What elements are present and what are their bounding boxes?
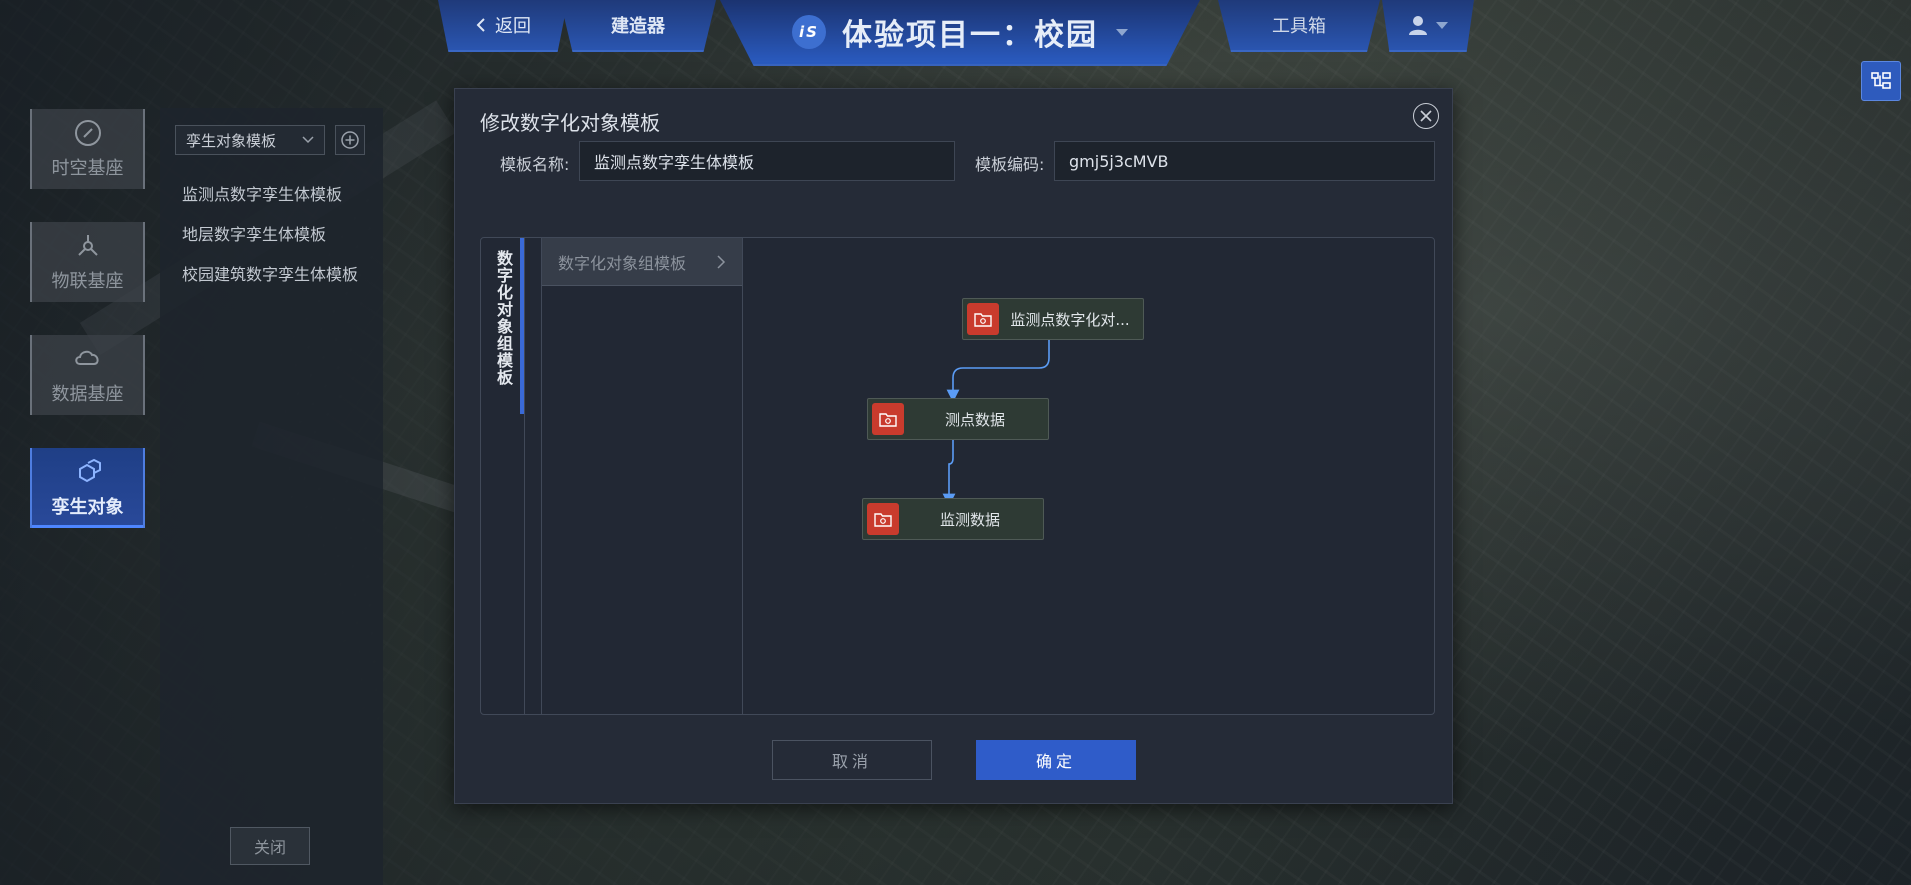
template-code-input[interactable]: gmj5j3cMVB [1054,141,1435,181]
flow-node[interactable]: 监测数据 [862,498,1044,540]
side-menu-label: 数据基座 [51,384,124,405]
project-selector[interactable]: iS 体验项目一：校园 [720,0,1200,66]
side-menu-iot[interactable]: 物联基座 [30,222,145,302]
confirm-button[interactable]: 确定 [976,740,1136,780]
cancel-button[interactable]: 取消 [772,740,932,780]
folder-icon [967,303,999,335]
folder-icon [867,503,899,535]
side-menu-label: 孪生对象 [51,497,124,518]
chevron-right-icon [717,254,726,269]
compass-icon [74,120,101,146]
user-menu[interactable] [1382,0,1474,52]
vertical-tab[interactable]: 数字化对象组模板 [481,238,525,714]
close-panel-button[interactable]: 关闭 [230,827,310,865]
tree-header[interactable]: 数字化对象组模板 [542,238,742,286]
add-template-button[interactable] [335,125,365,155]
chevron-down-icon [1116,28,1128,36]
chevron-down-icon [302,136,314,144]
template-list-item[interactable]: 地层数字孪生体模板 [182,221,326,245]
template-list-item[interactable]: 校园建筑数字孪生体模板 [182,261,358,285]
toolbox-button[interactable]: 工具箱 [1218,0,1380,52]
side-menu-spatiotemporal[interactable]: 时空基座 [30,109,145,189]
side-menu-data[interactable]: 数据基座 [30,335,145,415]
flow-node-label: 测点数据 [944,410,1005,429]
layout-toggle-button[interactable] [1861,61,1901,101]
template-code-label: 模板编码: [975,155,1045,174]
builder-label: 建造器 [611,16,665,37]
edit-template-modal: 修改数字化对象模板 模板名称: 监测点数字孪生体模板 模板编码: gmj5j3c… [454,88,1453,804]
flow-node-label: 监测点数字化对... [1010,310,1130,329]
cubes-icon [78,458,101,483]
folder-icon [872,403,904,435]
app-logo: iS [792,15,826,49]
template-list-panel: 孪生对象模板 监测点数字孪生体模板 地层数字孪生体模板 校园建筑数字孪生体模板 … [160,108,383,885]
cloud-data-icon [74,350,99,365]
close-icon [1420,110,1432,122]
select-value: 孪生对象模板 [186,131,277,150]
side-menu-twin-objects[interactable]: 孪生对象 [30,448,145,528]
template-name-label: 模板名称: [500,155,570,174]
builder-tab[interactable]: 建造器 [560,0,716,52]
connector-line [942,436,956,507]
user-icon [1409,16,1427,35]
template-list-item[interactable]: 监测点数字孪生体模板 [182,181,342,205]
template-type-select[interactable]: 孪生对象模板 [175,125,325,155]
back-label: 返回 [495,16,531,37]
active-tab-indicator [520,238,524,414]
flow-node[interactable]: 监测点数字化对... [962,298,1144,340]
close-modal-button[interactable] [1413,103,1439,129]
top-navigation: 返回 建造器 iS 体验项目一：校园 工具箱 [0,0,1911,66]
side-menu-label: 时空基座 [51,158,124,179]
chevron-left-icon [476,18,485,32]
toolbox-label: 工具箱 [1272,16,1326,37]
vertical-tab-label: 数字化对象组模板 [494,250,513,386]
chevron-down-icon [1436,21,1448,29]
back-button[interactable]: 返回 [438,0,568,52]
modal-title: 修改数字化对象模板 [480,111,660,135]
connector-line [946,340,1050,403]
iot-network-icon [77,235,98,256]
flow-canvas[interactable]: 监测点数字化对... 测点数据 监测数据 [743,238,1434,714]
tree-header-label: 数字化对象组模板 [558,253,687,273]
group-template-tree: 数字化对象组模板 [541,238,743,714]
flow-node-label: 监测数据 [939,510,1000,529]
template-editor: 数字化对象组模板 数字化对象组模板 监测点数字化对... 测点数据 监测数据 [480,237,1435,715]
project-title: 体验项目一：校园 [842,18,1098,53]
side-menu-label: 物联基座 [51,271,124,292]
template-name-input[interactable]: 监测点数字孪生体模板 [579,141,955,181]
structure-icon [1871,72,1891,89]
flow-node[interactable]: 测点数据 [867,398,1049,440]
add-circle-icon [341,131,359,149]
